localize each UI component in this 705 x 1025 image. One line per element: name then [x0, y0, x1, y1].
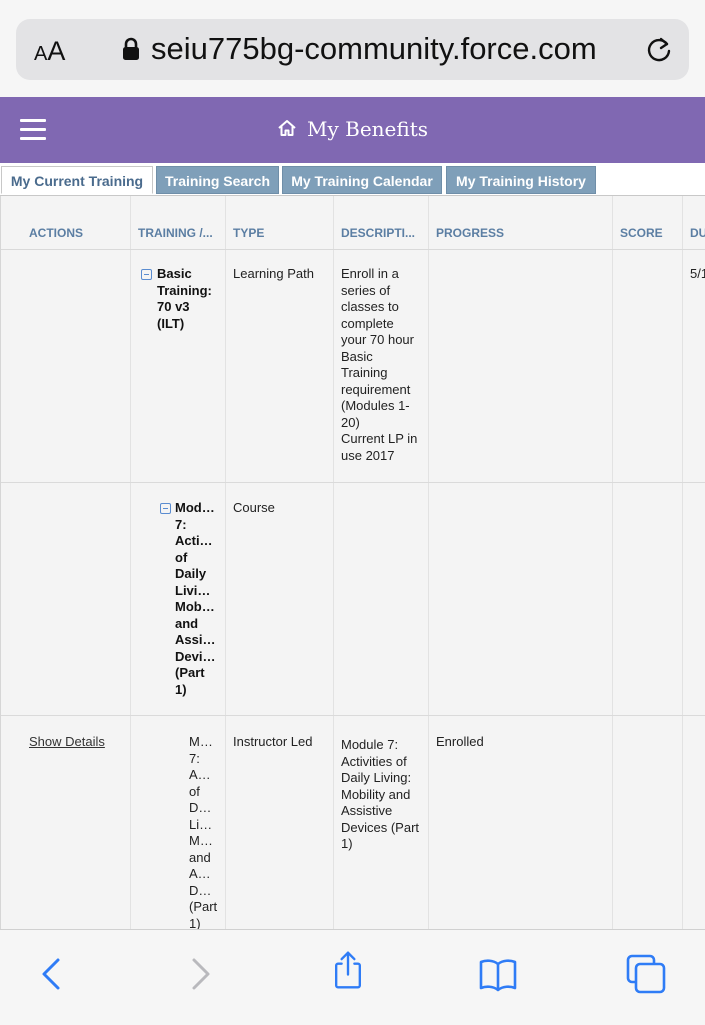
training-progress: Enrolled [436, 734, 484, 749]
book-icon[interactable] [478, 954, 518, 994]
browser-bottom-toolbar [0, 929, 705, 1025]
tab-my-training-history[interactable]: My Training History [446, 166, 596, 194]
column-header-due[interactable]: DU [690, 226, 705, 240]
lock-icon [123, 37, 139, 60]
reload-icon[interactable] [643, 34, 675, 66]
tab-my-current-training[interactable]: My Current Training [1, 166, 153, 194]
share-icon[interactable] [328, 950, 368, 990]
training-type: Instructor Led [233, 734, 313, 749]
row-divider [1, 715, 705, 716]
training-type: Course [233, 500, 275, 515]
column-header-score[interactable]: SCORE [620, 226, 663, 240]
chevron-left-icon[interactable] [32, 954, 72, 994]
tabs-icon[interactable] [626, 954, 666, 994]
page-title: My Benefits [0, 117, 705, 141]
column-header-actions[interactable]: ACTIONS [29, 226, 83, 240]
training-type: Learning Path [233, 266, 314, 281]
column-header-description[interactable]: DESCRIPTI... [341, 226, 415, 240]
address-bar[interactable]: AA seiu775bg-community.force.com [16, 19, 689, 80]
tab-my-training-calendar[interactable]: My Training Calendar [282, 166, 442, 194]
training-tabs: My Current Training Training Search My T… [0, 165, 705, 196]
column-score [612, 196, 683, 929]
app-header: My Benefits [0, 97, 705, 163]
training-description: Enroll in a series of classes to complet… [341, 266, 418, 463]
minus-square-icon[interactable] [141, 269, 152, 280]
text-size-button[interactable]: AA [34, 36, 65, 67]
home-icon[interactable] [277, 119, 297, 137]
column-progress [428, 196, 613, 929]
browser-top-bar: AA seiu775bg-community.force.com [0, 0, 705, 97]
minus-square-icon[interactable] [160, 503, 171, 514]
training-description: Module 7: Activities of Daily Living: Mo… [341, 737, 420, 851]
training-table[interactable]: ACTIONS TRAINING /... TYPE DESCRIPTI... … [0, 196, 705, 929]
training-name[interactable]: Basic Training: 70 v3 (ILT) [157, 266, 212, 332]
training-name[interactable]: M… 7: A… of D… Li… M… and A… D… (Part 1) [189, 734, 217, 929]
url-text[interactable]: seiu775bg-community.force.com [151, 31, 597, 67]
column-header-type[interactable]: TYPE [233, 226, 264, 240]
chevron-right-icon[interactable] [180, 954, 220, 994]
training-due-date: 5/1 [690, 266, 705, 281]
column-header-training[interactable]: TRAINING /... [138, 226, 213, 240]
column-header-progress[interactable]: PROGRESS [436, 226, 504, 240]
tab-training-search[interactable]: Training Search [156, 166, 279, 194]
column-actions [1, 196, 131, 929]
training-name[interactable]: Mod… 7: Acti… of Daily Livi… Mob… and As… [175, 500, 215, 698]
header-divider [1, 249, 705, 250]
show-details-link[interactable]: Show Details [29, 734, 105, 751]
column-type [225, 196, 334, 929]
row-divider [1, 482, 705, 483]
page-title-text: My Benefits [306, 117, 429, 141]
